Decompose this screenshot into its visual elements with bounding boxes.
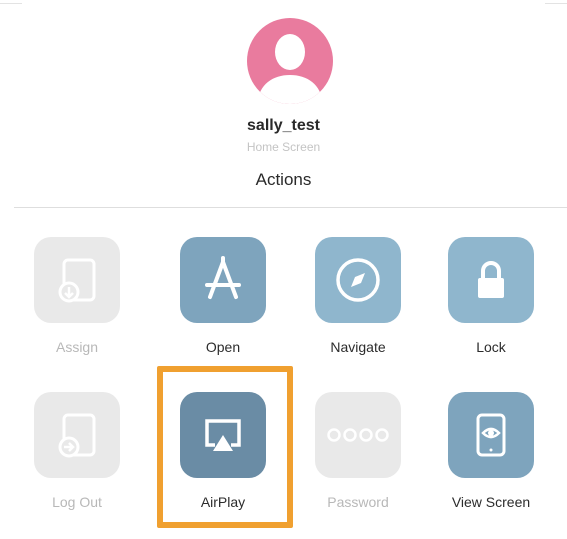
action-open[interactable]: Open xyxy=(168,237,278,372)
actions-panel: sally_test Home Screen Actions Assign Op… xyxy=(0,0,567,539)
airplay-highlight-frame xyxy=(157,366,293,528)
top-left-edge-line xyxy=(0,3,22,4)
navigate-tile[interactable] xyxy=(315,237,401,323)
action-label: Log Out xyxy=(52,494,102,510)
divider xyxy=(14,207,567,208)
action-navigate[interactable]: Navigate xyxy=(303,237,413,372)
top-right-edge-line xyxy=(545,3,567,4)
username: sally_test xyxy=(247,117,320,134)
tablet-download-icon xyxy=(58,258,96,303)
action-label: Navigate xyxy=(330,339,386,355)
tablet-logout-icon xyxy=(58,413,96,458)
lock-icon xyxy=(478,261,504,298)
action-label: Lock xyxy=(476,339,506,355)
action-assign: Assign xyxy=(22,237,132,372)
compass-icon xyxy=(336,258,380,302)
view-screen-tile[interactable] xyxy=(448,392,534,478)
action-log-out: Log Out xyxy=(22,392,132,527)
open-tile[interactable] xyxy=(180,237,266,323)
assign-tile xyxy=(34,237,120,323)
action-password: Password xyxy=(303,392,413,527)
avatar xyxy=(247,18,333,104)
action-label: Password xyxy=(327,494,389,510)
action-label: Assign xyxy=(55,339,99,355)
passcode-dots-icon xyxy=(327,428,389,442)
tablet-eye-icon xyxy=(476,413,506,457)
action-label: View Screen xyxy=(451,494,531,510)
action-view-screen[interactable]: View Screen xyxy=(436,392,546,527)
log-out-tile xyxy=(34,392,120,478)
lock-tile[interactable] xyxy=(448,237,534,323)
action-lock[interactable]: Lock xyxy=(436,237,546,372)
person-silhouette-icon xyxy=(257,34,323,104)
section-title: Actions xyxy=(255,170,312,189)
app-store-icon xyxy=(205,256,241,299)
screen-subtitle: Home Screen xyxy=(246,140,321,154)
action-label: Open xyxy=(205,339,241,355)
password-tile xyxy=(315,392,401,478)
